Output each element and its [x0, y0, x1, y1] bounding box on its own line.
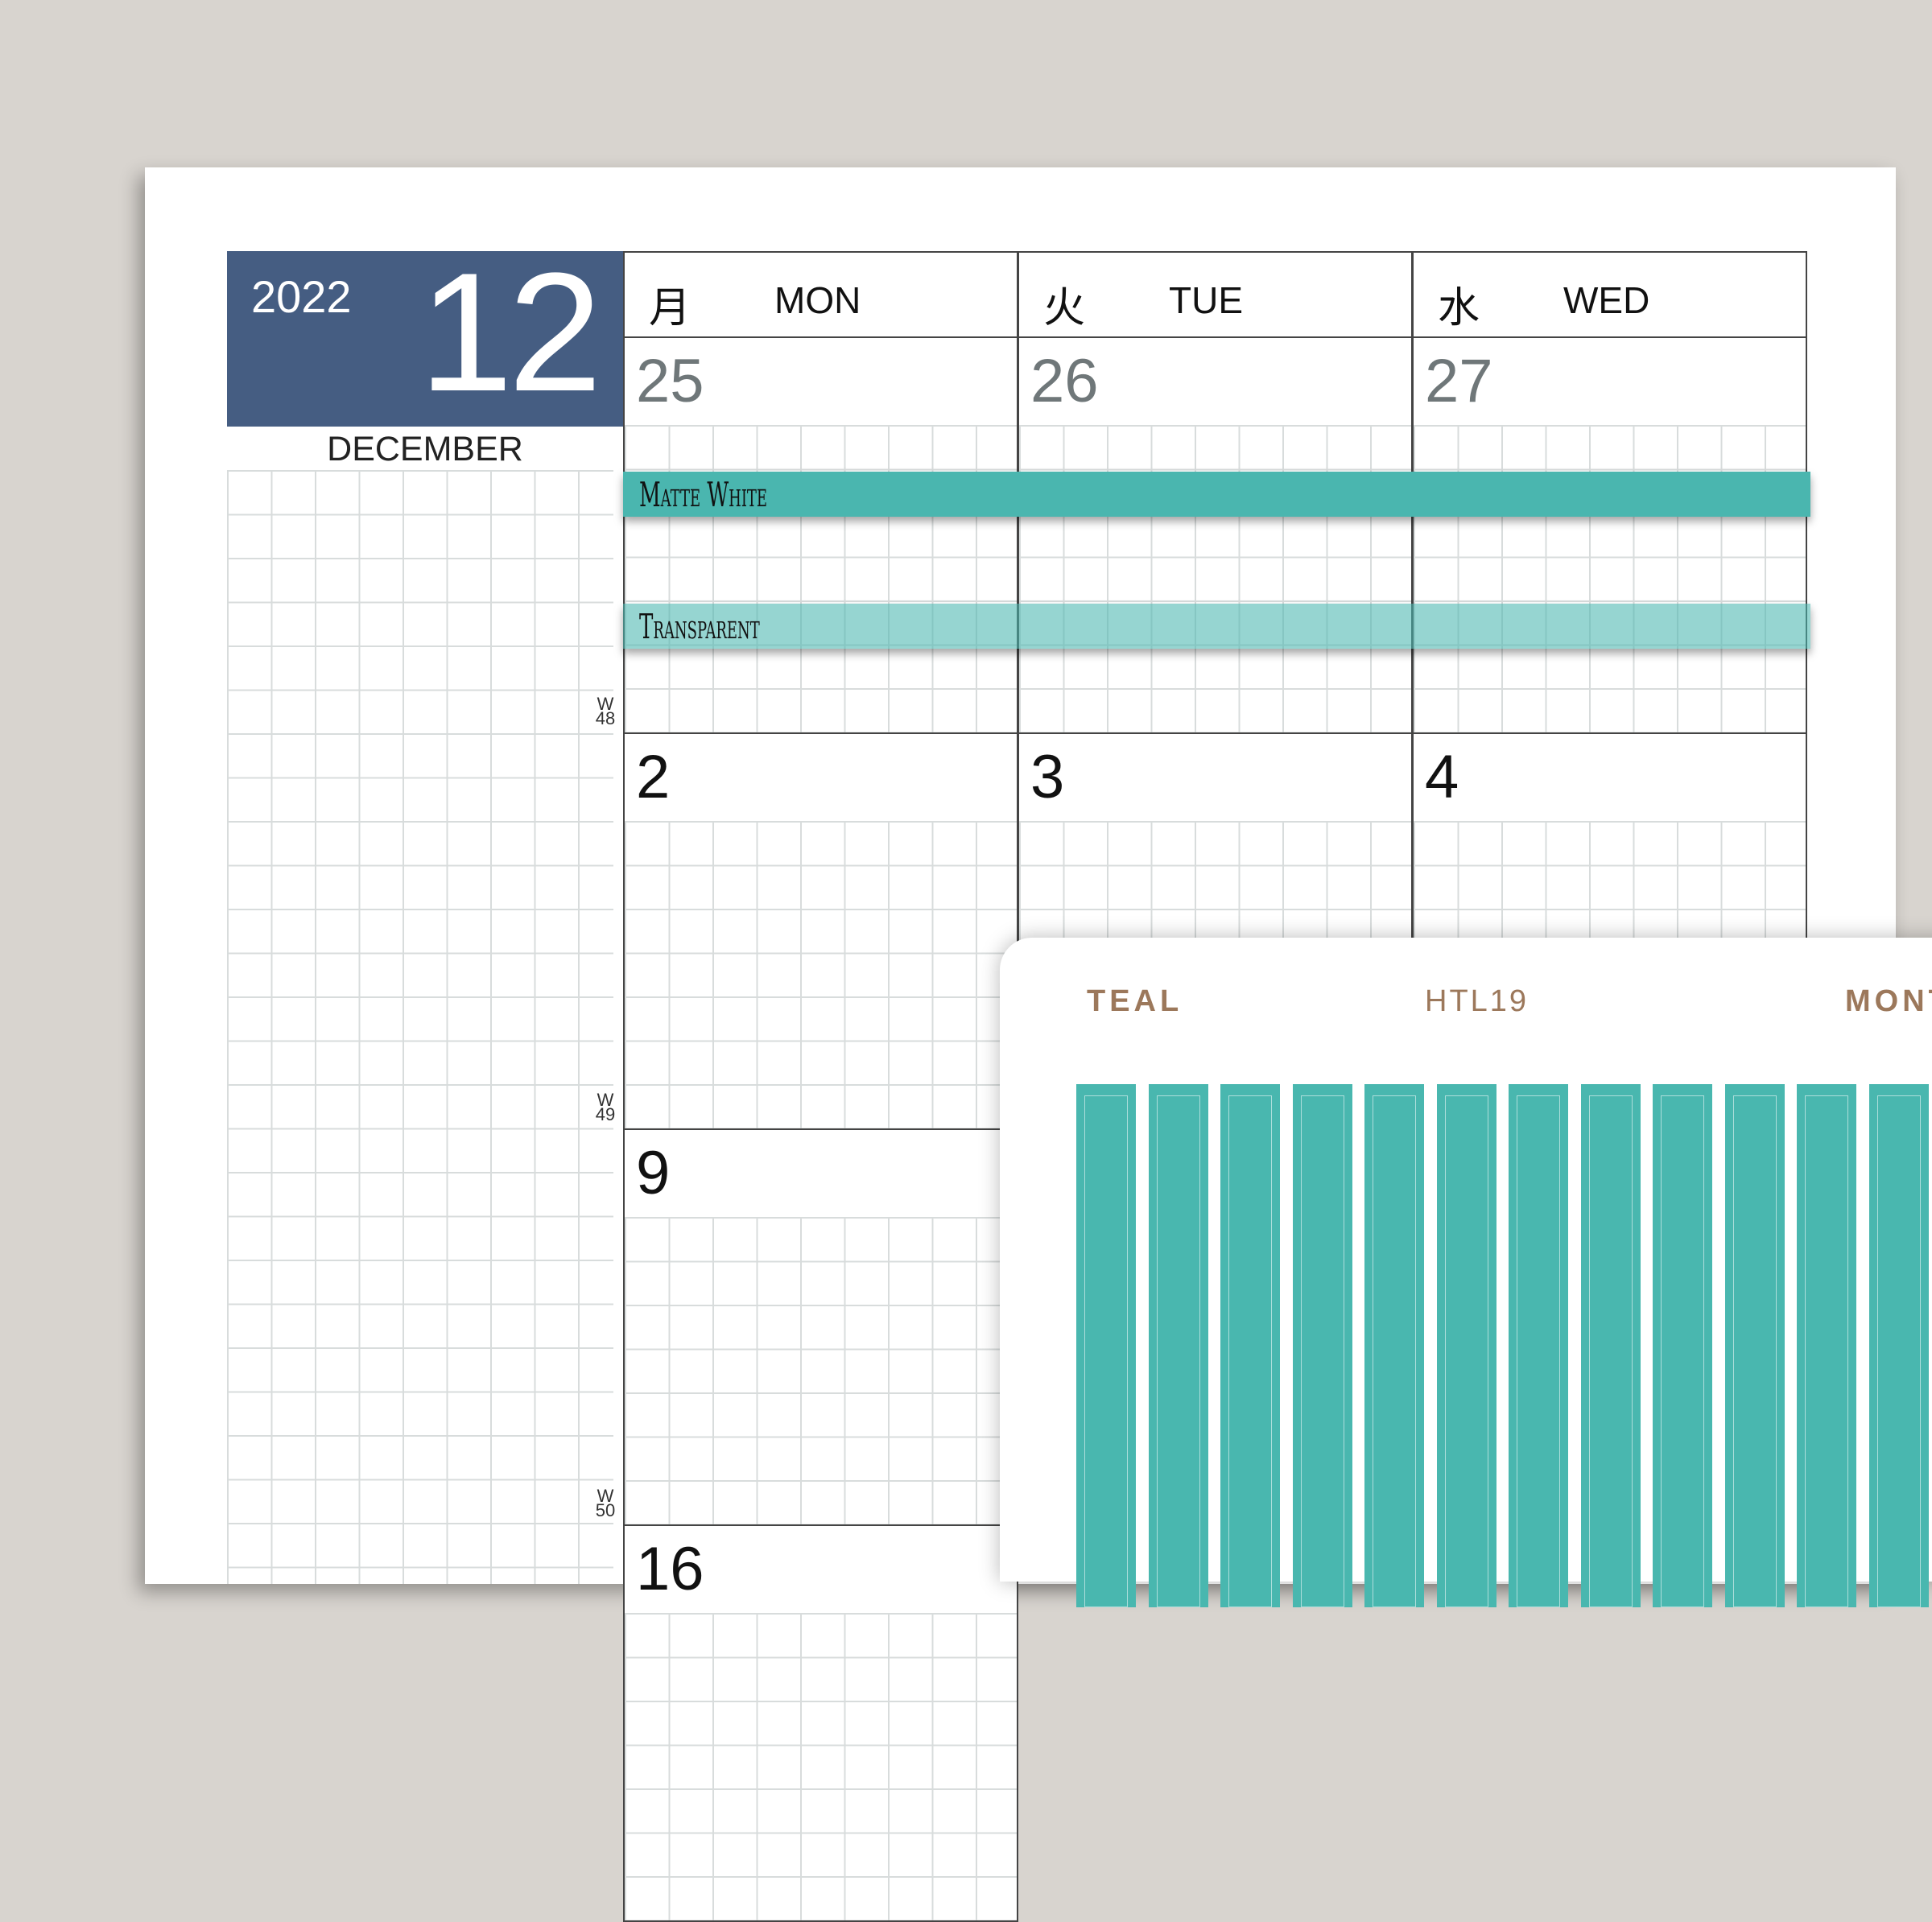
day-cell[interactable]: 16 — [623, 1526, 1018, 1922]
day-header-mon: 月 MON — [623, 251, 1018, 338]
day-cell[interactable]: 9 — [623, 1130, 1018, 1526]
sticker-strip[interactable] — [1724, 1084, 1785, 1607]
week-label-49: W 49 — [589, 1091, 621, 1124]
day-number: 2 — [636, 743, 671, 811]
day-header-en: MON — [774, 279, 861, 321]
month-name: DECEMBER — [327, 430, 523, 468]
sticker-sheet: TEAL HTL19 MONT — [1000, 938, 1932, 1607]
cell-grid — [625, 1217, 1017, 1524]
day-cell[interactable]: 27 — [1412, 338, 1807, 734]
day-number: 26 — [1030, 347, 1099, 415]
sticker-strip[interactable] — [1653, 1084, 1712, 1607]
day-header-jp: 水 — [1438, 285, 1480, 332]
sticker-strip[interactable] — [1436, 1084, 1496, 1607]
sticker-strip[interactable] — [1292, 1084, 1352, 1607]
week-label-number: 50 — [595, 1500, 616, 1520]
cell-grid — [625, 821, 1017, 1128]
day-cell[interactable]: 2 — [623, 734, 1018, 1130]
cell-grid — [625, 1613, 1017, 1920]
week-label-48: W 48 — [589, 695, 621, 728]
sticker-strip[interactable] — [1797, 1084, 1856, 1607]
day-header-en: WED — [1563, 279, 1650, 321]
week-label-number: 49 — [595, 1104, 616, 1124]
day-number: 4 — [1425, 743, 1459, 811]
sheet-code-label: HTL19 — [1425, 984, 1530, 1018]
tape-transparent: Transparent — [623, 604, 1810, 649]
day-header-en: TUE — [1169, 279, 1243, 321]
day-cell[interactable]: 25 — [623, 338, 1018, 734]
month-number: 12 — [419, 237, 602, 427]
notes-grid — [227, 470, 613, 1584]
day-cell[interactable]: 26 — [1018, 338, 1413, 734]
tape-label: Matte White — [639, 475, 768, 514]
week-label-number: 48 — [595, 708, 616, 728]
tape-label: Transparent — [639, 607, 760, 646]
sheet-color-label: TEAL — [1087, 984, 1183, 1018]
day-header-jp: 火 — [1043, 285, 1086, 332]
sticker-strip[interactable] — [1364, 1084, 1424, 1607]
day-header-wed: 水 WED — [1412, 251, 1807, 338]
sticker-strip[interactable] — [1076, 1084, 1136, 1607]
day-number: 9 — [636, 1139, 671, 1207]
sticker-strip[interactable] — [1868, 1084, 1929, 1607]
day-number: 27 — [1425, 347, 1493, 415]
day-header-jp: 月 — [649, 285, 691, 332]
sticker-strip[interactable] — [1580, 1084, 1641, 1607]
day-header-tue: 火 TUE — [1018, 251, 1413, 338]
week-label-50: W 50 — [589, 1487, 621, 1520]
day-number: 3 — [1030, 743, 1065, 811]
sticker-strip[interactable] — [1509, 1084, 1568, 1607]
day-number: 16 — [636, 1535, 704, 1603]
month-header-block: 2022 12 — [227, 237, 623, 427]
day-number: 25 — [636, 347, 704, 415]
sticker-strip[interactable] — [1220, 1084, 1280, 1607]
sheet-type-label: MONT — [1845, 984, 1932, 1018]
tape-matte-white: Matte White — [623, 472, 1810, 517]
sticker-strip[interactable] — [1148, 1084, 1208, 1607]
year-label: 2022 — [251, 271, 352, 322]
